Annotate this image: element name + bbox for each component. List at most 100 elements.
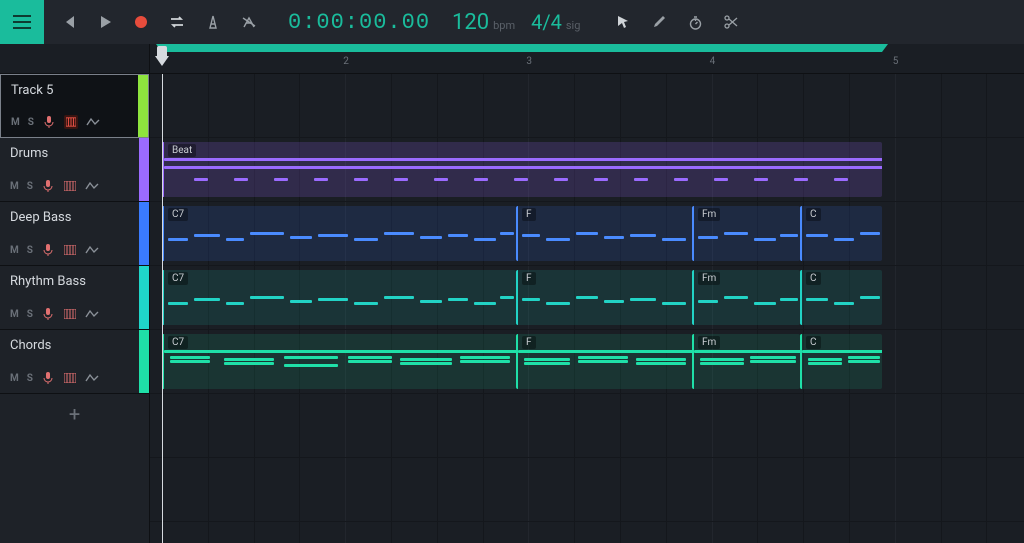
input-keys-button[interactable] — [63, 307, 77, 321]
automation-button[interactable] — [85, 307, 99, 321]
grid-line — [528, 458, 529, 521]
track-lane[interactable]: C7FFmC — [150, 202, 1024, 266]
grid-line — [712, 394, 713, 457]
arm-record-button[interactable] — [41, 179, 55, 193]
arm-record-button[interactable] — [41, 243, 55, 257]
mute-button[interactable]: M — [11, 117, 20, 128]
track-lane[interactable] — [150, 458, 1024, 522]
midi-preview — [164, 221, 516, 255]
grid-line — [986, 202, 987, 265]
midi-note — [594, 178, 608, 181]
track-header[interactable]: Chords M S — [0, 330, 149, 394]
track-lane[interactable] — [150, 522, 1024, 543]
mute-button[interactable]: M — [10, 309, 19, 320]
countdown-button[interactable] — [234, 7, 264, 37]
record-button[interactable] — [126, 7, 156, 37]
track-name-label[interactable]: Rhythm Bass — [10, 274, 129, 289]
stopwatch-tool[interactable] — [680, 7, 710, 37]
loop-region[interactable] — [162, 44, 882, 52]
timesig-display[interactable]: 4/4 sig — [523, 10, 588, 34]
solo-button[interactable]: S — [27, 181, 33, 192]
midi-clip[interactable]: F — [516, 334, 692, 389]
hamburger-icon — [13, 15, 31, 29]
solo-button[interactable]: S — [28, 117, 34, 128]
midi-clip[interactable]: Beat — [162, 142, 882, 197]
time-display[interactable]: 0:00:00.00 — [274, 10, 444, 35]
midi-clip[interactable]: Fm — [692, 206, 800, 261]
input-keys-button[interactable] — [63, 371, 77, 385]
grid-line — [528, 74, 529, 137]
mute-button[interactable]: M — [10, 245, 19, 256]
midi-clip[interactable]: C — [800, 334, 882, 389]
automation-button[interactable] — [86, 115, 100, 129]
midi-note — [860, 232, 880, 235]
skip-start-button[interactable] — [54, 7, 84, 37]
midi-clip[interactable]: C — [800, 206, 882, 261]
menu-button[interactable] — [0, 0, 44, 44]
midi-preview — [164, 349, 516, 383]
arm-record-button[interactable] — [41, 371, 55, 385]
grid-line — [666, 394, 667, 457]
scissors-tool[interactable] — [716, 7, 746, 37]
track-header[interactable]: Rhythm Bass M S — [0, 266, 149, 330]
arm-record-button[interactable] — [42, 115, 56, 129]
midi-clip[interactable]: C7 — [162, 270, 516, 325]
midi-clip[interactable]: F — [516, 206, 692, 261]
mute-button[interactable]: M — [10, 373, 19, 384]
grid-line — [574, 458, 575, 521]
timeline-ruler[interactable]: 2345 — [150, 44, 1024, 74]
midi-preview — [164, 285, 516, 319]
midi-clip[interactable]: C — [800, 270, 882, 325]
midi-note — [194, 234, 220, 237]
automation-button[interactable] — [85, 243, 99, 257]
bpm-display[interactable]: 120 bpm — [444, 10, 523, 35]
arrange-view[interactable]: 2345 BeatC7FFmCC7FFmCC7FFmC — [150, 44, 1024, 543]
track-lane[interactable] — [150, 394, 1024, 458]
midi-clip[interactable]: C7 — [162, 334, 516, 389]
input-keys-button[interactable] — [64, 115, 78, 129]
mute-button[interactable]: M — [10, 181, 19, 192]
track-lane[interactable]: Beat — [150, 138, 1024, 202]
midi-note — [164, 158, 882, 161]
play-button[interactable] — [90, 7, 120, 37]
midi-clip[interactable]: Fm — [692, 270, 800, 325]
input-keys-button[interactable] — [63, 179, 77, 193]
loop-button[interactable] — [162, 7, 192, 37]
midi-note — [168, 238, 188, 241]
pointer-tool[interactable] — [608, 7, 638, 37]
track-name-label[interactable]: Chords — [10, 338, 129, 353]
midi-note — [834, 238, 854, 241]
track-header[interactable]: Track 5 M S — [0, 74, 149, 138]
clip-label: C — [806, 272, 821, 285]
input-keys-button[interactable] — [63, 243, 77, 257]
automation-button[interactable] — [85, 179, 99, 193]
midi-note — [662, 238, 686, 241]
playhead-handle[interactable] — [155, 56, 169, 66]
arm-record-button[interactable] — [41, 307, 55, 321]
midi-clip[interactable]: F — [516, 270, 692, 325]
track-lane[interactable] — [150, 74, 1024, 138]
midi-note — [284, 356, 338, 359]
track-lane[interactable]: C7FFmC — [150, 330, 1024, 394]
solo-button[interactable]: S — [27, 245, 33, 256]
midi-clip[interactable]: Fm — [692, 334, 800, 389]
solo-button[interactable]: S — [27, 373, 33, 384]
track-header[interactable]: Deep Bass M S — [0, 202, 149, 266]
add-track-button[interactable]: + — [0, 394, 149, 434]
track-header[interactable]: Drums M S — [0, 138, 149, 202]
grid-line — [483, 74, 484, 137]
solo-button[interactable]: S — [27, 309, 33, 320]
track-lane[interactable]: C7FFm C — [150, 266, 1024, 330]
track-name-label[interactable]: Deep Bass — [10, 210, 129, 225]
grid-line — [986, 330, 987, 393]
midi-note — [806, 234, 828, 237]
track-panel: Track 5 M S Drums M S Deep Bass — [0, 44, 150, 543]
pencil-tool[interactable] — [644, 7, 674, 37]
track-info: Chords M S — [0, 330, 139, 393]
automation-button[interactable] — [85, 371, 99, 385]
metronome-button[interactable] — [198, 7, 228, 37]
main-toolbar: 0:00:00.00 120 bpm 4/4 sig — [0, 0, 1024, 44]
track-name-label[interactable]: Track 5 — [11, 83, 128, 98]
track-name-label[interactable]: Drums — [10, 146, 129, 161]
midi-clip[interactable]: C7 — [162, 206, 516, 261]
